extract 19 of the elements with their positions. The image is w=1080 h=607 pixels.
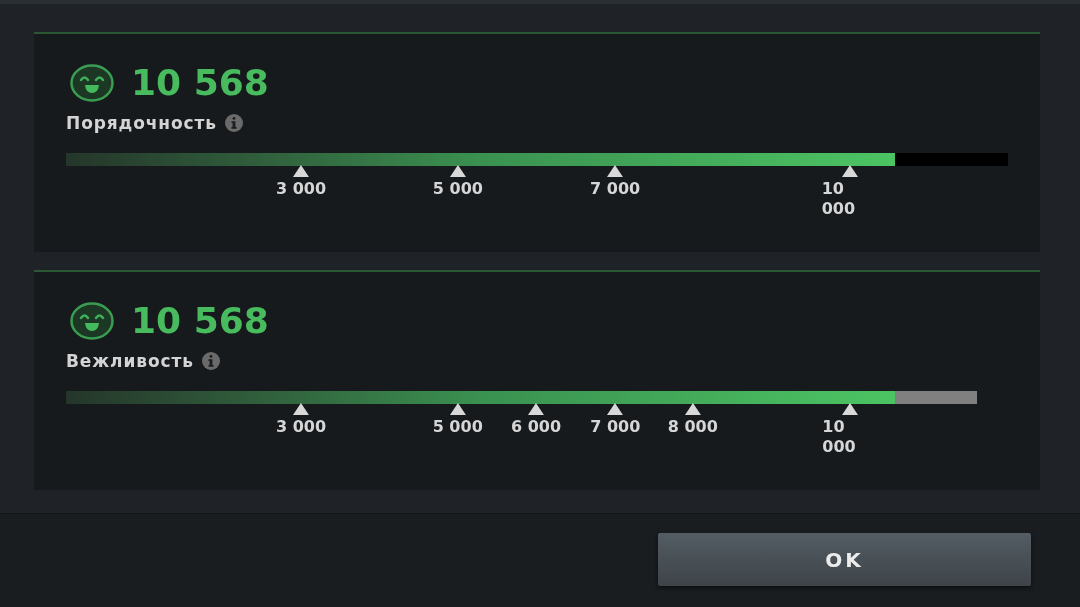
marker-label: 5 000 <box>432 417 483 437</box>
info-icon[interactable] <box>201 352 220 370</box>
meter-label: Вежливость <box>66 350 194 372</box>
smiley-face-icon <box>70 64 114 102</box>
marker-label: 8 000 <box>667 417 718 437</box>
marker-label: 10 000 <box>821 179 857 219</box>
marker-label: 3 000 <box>275 179 327 199</box>
marker-label: 5 000 <box>432 179 483 199</box>
info-icon[interactable] <box>225 114 243 132</box>
score-value: 10 568 <box>131 63 269 103</box>
marker-label: 7 000 <box>590 179 641 199</box>
score-value: 10 568 <box>131 301 269 341</box>
ok-button[interactable]: OK <box>658 533 1031 586</box>
marker-label: 10 000 <box>822 417 857 457</box>
marker-label: 3 000 <box>276 417 327 437</box>
meter-label: Порядочность <box>66 112 217 134</box>
marker-label: 6 000 <box>511 417 562 437</box>
smiley-face-icon <box>70 302 114 340</box>
marker-label: 7 000 <box>590 417 641 437</box>
